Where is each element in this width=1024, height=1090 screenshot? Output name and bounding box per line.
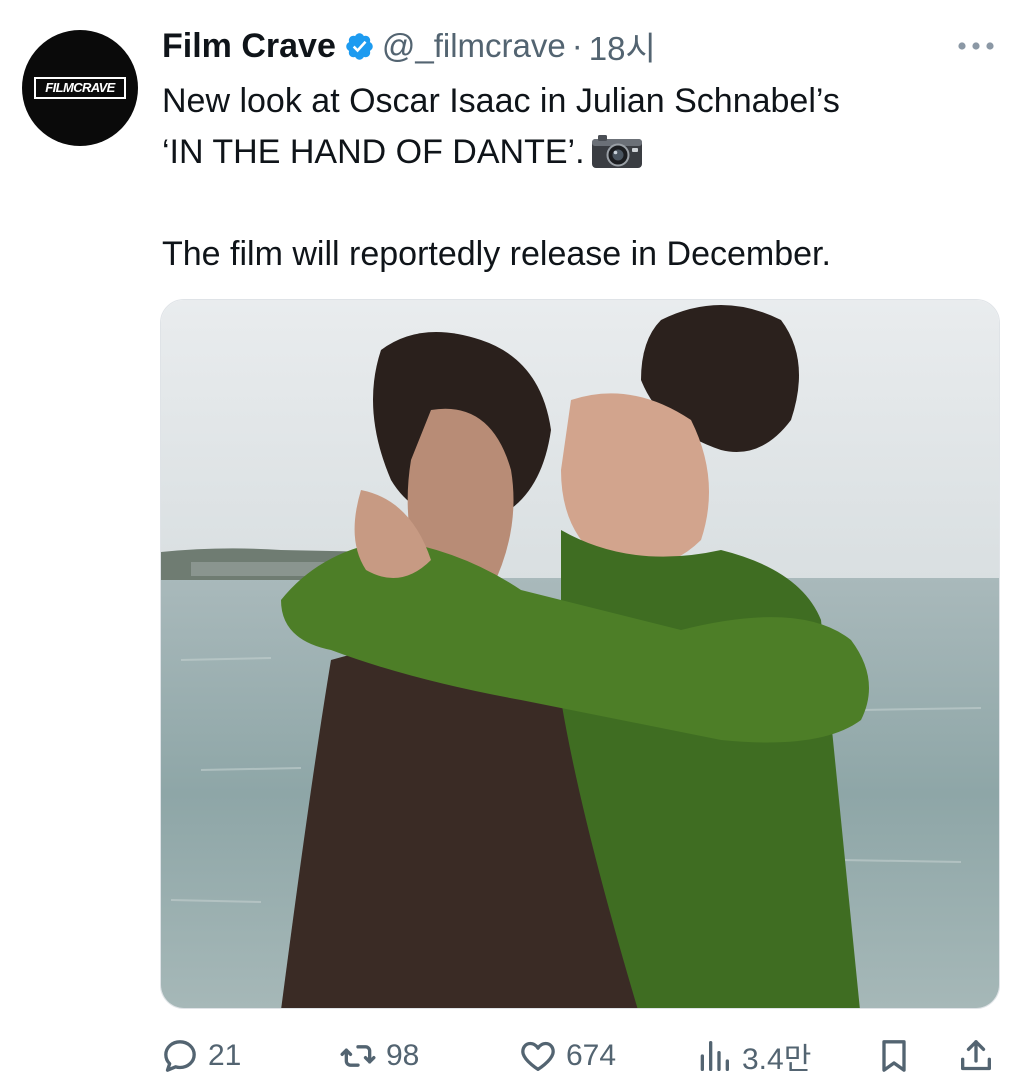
share-icon <box>961 1040 991 1071</box>
tweet-text: New look at Oscar Isaac in Julian Schnab… <box>162 76 992 280</box>
avatar-logo: FILMCRAVE <box>34 77 126 99</box>
avatar[interactable]: FILMCRAVE <box>22 30 138 146</box>
author-handle[interactable]: @_filmcrave <box>382 27 566 65</box>
separator-dot: · <box>571 27 583 64</box>
tweet-text-line1: New look at Oscar Isaac in Julian Schnab… <box>162 82 840 120</box>
views-button[interactable]: 3.4만 <box>694 1030 811 1082</box>
views-icon <box>700 1041 729 1071</box>
bookmark-icon <box>882 1040 906 1072</box>
author-name[interactable]: Film Crave <box>162 27 336 66</box>
tweet-text-line2: ‘IN THE HAND OF DANTE’. <box>162 133 585 171</box>
action-bar: 21 98 674 3.4만 <box>160 1030 1000 1082</box>
tweet-text-line3: The film will reportedly release in Dece… <box>162 235 831 273</box>
photo-image <box>161 300 999 1008</box>
bookmark-button[interactable] <box>874 1030 914 1082</box>
retweet-icon <box>340 1045 376 1067</box>
like-button[interactable]: 674 <box>518 1030 616 1082</box>
like-count: 674 <box>566 1039 617 1072</box>
tweet-text-line2-container: ‘IN THE HAND OF DANTE’. <box>162 127 992 178</box>
views-count: 3.4만 <box>742 1043 812 1076</box>
camera-emoji <box>591 135 642 168</box>
reply-count: 21 <box>208 1039 242 1072</box>
tweet-header: Film Crave @_filmcrave · 18시 <box>162 24 656 68</box>
verified-badge-icon <box>346 32 373 60</box>
reply-icon <box>164 1040 196 1072</box>
retweet-button[interactable]: 98 <box>338 1030 419 1082</box>
timestamp[interactable]: 18시 <box>589 22 656 70</box>
tweet-media[interactable] <box>160 299 1000 1009</box>
reply-button[interactable]: 21 <box>160 1030 241 1082</box>
share-button[interactable] <box>956 1030 996 1082</box>
retweet-count: 98 <box>386 1039 420 1072</box>
more-icon[interactable] <box>955 36 997 56</box>
heart-icon <box>521 1041 555 1071</box>
